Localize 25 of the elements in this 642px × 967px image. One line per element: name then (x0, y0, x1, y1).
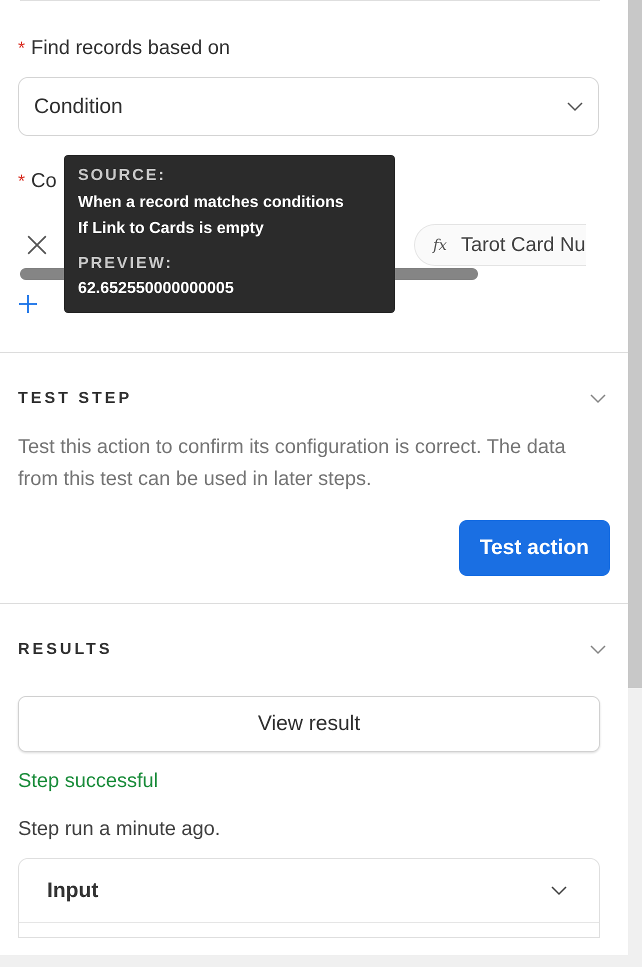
field-label: Find records based on (31, 36, 230, 61)
scrollbar-thumb[interactable] (628, 0, 642, 688)
close-icon[interactable] (26, 234, 48, 256)
field-chip[interactable]: fx Tarot Card Nu (414, 224, 586, 266)
section-title: RESULTS (18, 640, 112, 660)
tooltip-text: If Link to Cards is empty (78, 219, 265, 239)
description-text: Test this action to confirm its configuration is correct. The data from this test can be used in later steps. (18, 435, 567, 492)
view-result-button[interactable]: View result (18, 696, 600, 752)
panel-title[interactable]: Input (47, 874, 98, 906)
tooltip-text: 62.652550000000005 (78, 279, 235, 299)
test-action-button[interactable]: Test action (458, 520, 610, 576)
field-label: Co (31, 169, 57, 194)
tooltip-heading: SOURCE: (78, 166, 167, 186)
plus-icon[interactable] (18, 294, 38, 314)
required-asterisk: * (18, 37, 26, 60)
formula-icon: fx (433, 234, 448, 256)
tooltip-text: When a record matches conditions (78, 193, 345, 213)
select-field[interactable]: Condition (18, 77, 599, 136)
run-time-text: Step run a minute ago. (18, 817, 222, 842)
chevron-icon[interactable] (567, 102, 583, 112)
tooltip-heading: PREVIEW: (78, 254, 174, 274)
chevron-icon[interactable] (551, 886, 567, 896)
section-title: TEST STEP (18, 389, 132, 409)
status-text: Step successful (18, 769, 160, 794)
required-asterisk: * (18, 170, 26, 193)
